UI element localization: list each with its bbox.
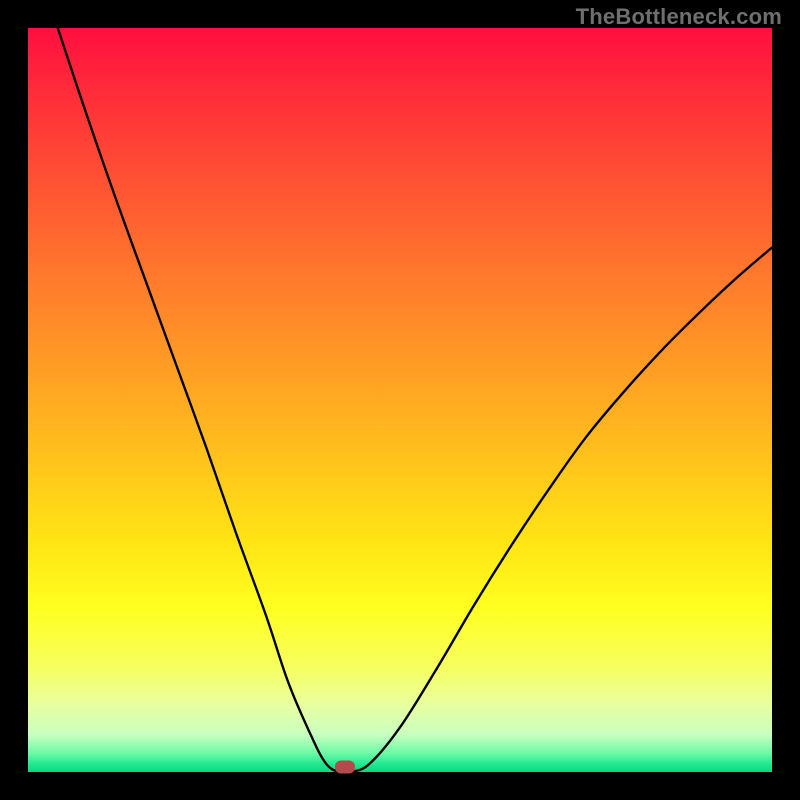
bottleneck-curve — [58, 28, 772, 772]
chart-frame: TheBottleneck.com — [0, 0, 800, 800]
curve-svg — [28, 28, 772, 772]
watermark-text: TheBottleneck.com — [576, 4, 782, 30]
valley-marker — [335, 761, 355, 774]
